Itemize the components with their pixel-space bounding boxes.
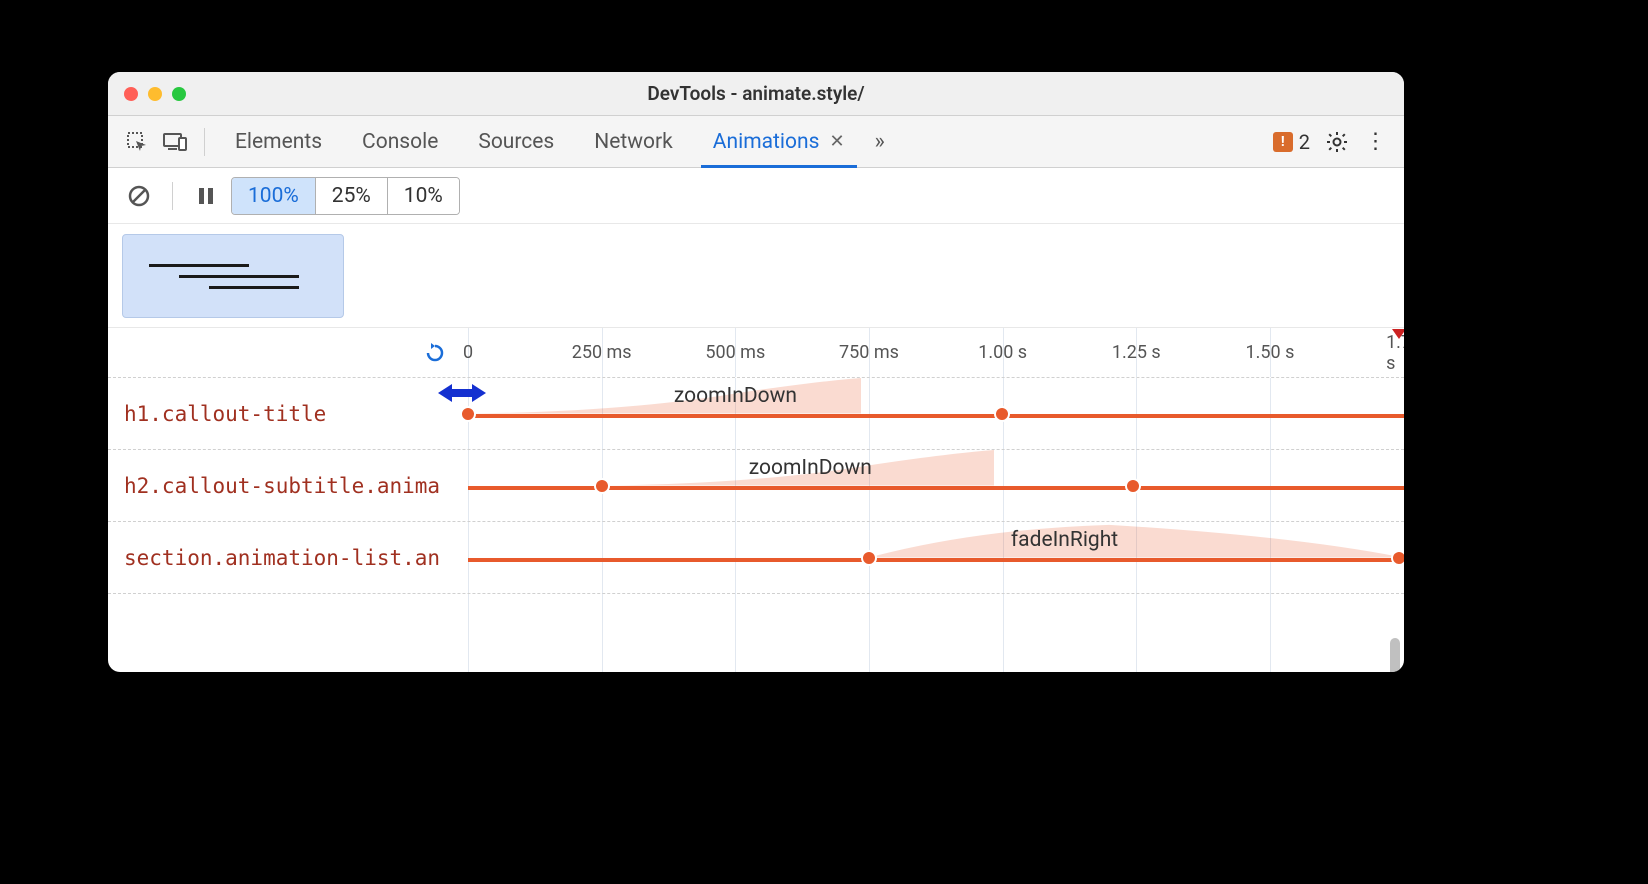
element-selector: section.animation-list.an <box>108 522 468 593</box>
animation-name: zoomInDown <box>749 456 872 480</box>
pause-icon[interactable] <box>189 179 223 213</box>
tab-sources[interactable]: Sources <box>460 116 572 168</box>
timeline: 0 250 ms 500 ms 750 ms 1.00 s 1.25 s 1.5… <box>108 328 1404 672</box>
tab-console[interactable]: Console <box>344 116 456 168</box>
separator <box>204 128 205 156</box>
tick: 1.00 s <box>978 342 1027 363</box>
keyframe-dot[interactable] <box>861 550 877 566</box>
animation-group-thumbnail[interactable] <box>122 234 344 318</box>
warning-icon: ! <box>1273 132 1293 152</box>
speed-10-button[interactable]: 10% <box>387 178 459 214</box>
keyframe-dot[interactable] <box>460 406 476 422</box>
tick: 750 ms <box>839 342 899 363</box>
tab-label: Animations <box>713 130 820 154</box>
speed-25-button[interactable]: 25% <box>315 178 387 214</box>
minimize-window-button[interactable] <box>148 87 162 101</box>
more-tabs-icon[interactable]: » <box>867 129 893 154</box>
animation-row[interactable]: h2.callout-subtitle.anima zoomInDown <box>108 450 1404 522</box>
animation-track[interactable]: zoomInDown <box>468 450 1404 521</box>
time-ruler: 0 250 ms 500 ms 750 ms 1.00 s 1.25 s 1.5… <box>108 328 1404 378</box>
device-toolbar-icon[interactable] <box>158 125 192 159</box>
animation-name: zoomInDown <box>674 384 797 408</box>
element-selector: h2.callout-subtitle.anima <box>108 450 468 521</box>
animation-groups-filmstrip <box>108 224 1404 328</box>
tab-bar: Elements Console Sources Network Animati… <box>108 116 1404 168</box>
tab-elements[interactable]: Elements <box>217 116 340 168</box>
animation-name: fadeInRight <box>1011 528 1118 552</box>
issues-count: 2 <box>1299 130 1310 154</box>
element-selector: h1.callout-title <box>108 378 468 449</box>
window-title: DevTools - animate.style/ <box>108 82 1404 105</box>
animation-row[interactable]: section.animation-list.an fadeInRight <box>108 522 1404 594</box>
keyframe-dot[interactable] <box>594 478 610 494</box>
tab-network[interactable]: Network <box>576 116 691 168</box>
thumb-line <box>179 275 299 278</box>
separator <box>172 182 173 210</box>
issues-button[interactable]: ! 2 <box>1267 128 1316 156</box>
clear-icon[interactable] <box>122 179 156 213</box>
thumb-line <box>209 286 299 289</box>
animations-toolbar: 100% 25% 10% <box>108 168 1404 224</box>
speed-selector: 100% 25% 10% <box>231 177 460 215</box>
animation-rows: h1.callout-title zoomInDown <box>108 378 1404 672</box>
animation-track[interactable]: zoomInDown <box>468 378 1404 449</box>
more-options-icon[interactable]: ⋮ <box>1358 125 1392 159</box>
tick: 0 <box>463 342 473 363</box>
tick: 1.25 s <box>1112 342 1161 363</box>
thumb-line <box>149 264 249 267</box>
maximize-window-button[interactable] <box>172 87 186 101</box>
titlebar: DevTools - animate.style/ <box>108 72 1404 116</box>
speed-100-button[interactable]: 100% <box>232 178 315 214</box>
vertical-scrollbar[interactable] <box>1390 638 1400 672</box>
keyframe-dot[interactable] <box>994 406 1010 422</box>
keyframe-dot[interactable] <box>1125 478 1141 494</box>
tick: 250 ms <box>572 342 632 363</box>
animation-bar[interactable] <box>468 558 1404 562</box>
tab-animations[interactable]: Animations ✕ <box>695 116 863 168</box>
animation-track[interactable]: fadeInRight <box>468 522 1404 593</box>
close-window-button[interactable] <box>124 87 138 101</box>
settings-icon[interactable] <box>1320 125 1354 159</box>
animation-row[interactable]: h1.callout-title zoomInDown <box>108 378 1404 450</box>
inspect-element-icon[interactable] <box>120 125 154 159</box>
close-tab-icon[interactable]: ✕ <box>829 131 844 152</box>
playhead-end-marker[interactable] <box>1392 328 1404 347</box>
traffic-lights <box>124 87 186 101</box>
devtools-window: DevTools - animate.style/ Elements Conso… <box>108 72 1404 672</box>
replay-icon[interactable] <box>418 336 452 370</box>
tick: 500 ms <box>705 342 765 363</box>
animation-bar[interactable] <box>468 414 1404 418</box>
tick: 1.50 s <box>1246 342 1295 363</box>
keyframe-dot[interactable] <box>1391 550 1404 566</box>
